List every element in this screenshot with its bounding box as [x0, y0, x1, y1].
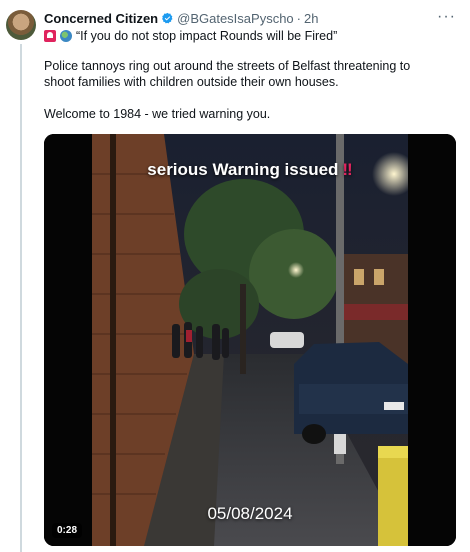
tweet[interactable]: Concerned Citizen @BGatesIsaPyscho · 2h … — [0, 0, 470, 552]
video-duration-badge: 0:28 — [52, 523, 83, 538]
tweet-text-paragraph: Welcome to 1984 - we tried warning you. — [44, 107, 271, 121]
overlay-title-text: serious Warning issued — [147, 160, 339, 179]
author-name[interactable]: Concerned Citizen — [44, 11, 158, 26]
tweet-text-line1: “If you do not stop impact Rounds will b… — [44, 28, 444, 44]
video-overlay-date: 05/08/2024 — [207, 504, 293, 523]
quote-text: “If you do not stop impact Rounds will b… — [76, 29, 338, 43]
video-frame — [44, 134, 456, 546]
more-options-icon[interactable]: ··· — [437, 8, 456, 26]
tweet-text-paragraph: Police tannoys ring out around the stree… — [44, 59, 411, 89]
thread-line — [20, 44, 22, 552]
double-exclamation-icon: ‼ — [342, 160, 353, 179]
video-overlay-title: serious Warning issued ‼ — [44, 160, 456, 180]
separator: · — [296, 10, 301, 26]
avatar[interactable] — [6, 10, 36, 40]
alarm-icon — [44, 30, 56, 42]
verified-badge-icon — [162, 12, 173, 23]
timestamp[interactable]: 2h — [304, 11, 318, 26]
tweet-header: Concerned Citizen @BGatesIsaPyscho · 2h — [44, 9, 318, 27]
author-handle[interactable]: @BGatesIsaPyscho — [177, 11, 294, 26]
video-player[interactable]: serious Warning issued ‼ 05/08/2024 0:28 — [44, 134, 456, 546]
globe-icon — [60, 30, 72, 42]
